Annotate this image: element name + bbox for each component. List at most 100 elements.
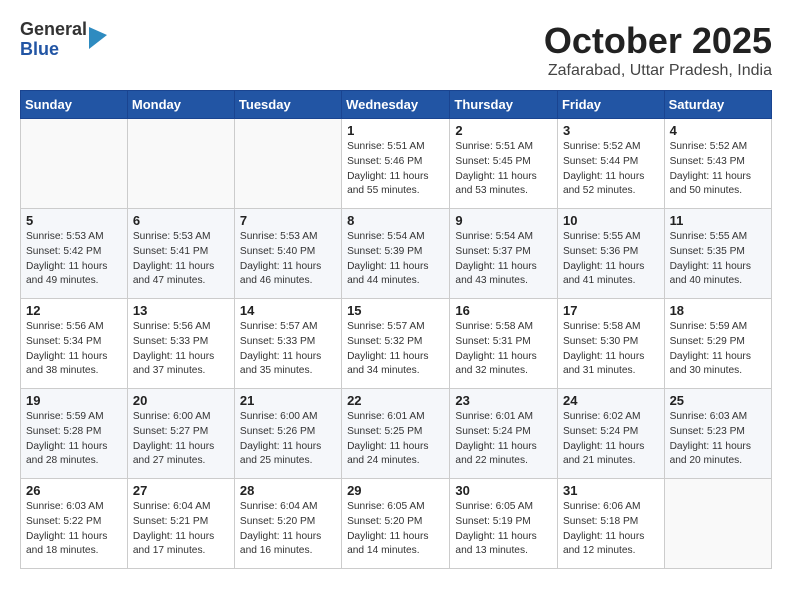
day-detail: Sunrise: 5:53 AM Sunset: 5:41 PM Dayligh… <box>133 230 229 289</box>
calendar-cell: 16 Sunrise: 5:58 AM Sunset: 5:31 PM Dayli… <box>450 299 558 389</box>
calendar-cell: 27 Sunrise: 6:04 AM Sunset: 5:21 PM Dayli… <box>127 479 234 569</box>
day-number: 28 <box>240 483 336 498</box>
day-detail: Sunrise: 6:03 AM Sunset: 5:22 PM Dayligh… <box>26 500 122 559</box>
day-detail: Sunrise: 6:06 AM Sunset: 5:18 PM Dayligh… <box>563 500 659 559</box>
calendar-table: SundayMondayTuesdayWednesdayThursdayFrid… <box>20 90 772 569</box>
calendar-cell: 9Sunrise: 5:54 AM Sunset: 5:37 PM Daylig… <box>450 209 558 299</box>
calendar-cell: 6 Sunrise: 5:53 AM Sunset: 5:41 PM Daylig… <box>127 209 234 299</box>
calendar-cell <box>21 119 128 209</box>
day-number: 12 <box>26 303 122 318</box>
calendar-week-row: 26 Sunrise: 6:03 AM Sunset: 5:22 PM Dayli… <box>21 479 772 569</box>
calendar-cell: 5 Sunrise: 5:53 AM Sunset: 5:42 PM Daylig… <box>21 209 128 299</box>
calendar-cell: 30Sunrise: 6:05 AM Sunset: 5:19 PM Dayli… <box>450 479 558 569</box>
day-detail: Sunrise: 5:54 AM Sunset: 5:39 PM Dayligh… <box>347 230 444 289</box>
calendar-cell: 12 Sunrise: 5:56 AM Sunset: 5:34 PM Dayli… <box>21 299 128 389</box>
day-number: 18 <box>670 303 766 318</box>
calendar-cell: 19 Sunrise: 5:59 AM Sunset: 5:28 PM Dayli… <box>21 389 128 479</box>
day-detail: Sunrise: 5:53 AM Sunset: 5:40 PM Dayligh… <box>240 230 336 289</box>
day-detail: Sunrise: 5:59 AM Sunset: 5:28 PM Dayligh… <box>26 410 122 469</box>
title-area: October 2025 Zafarabad, Uttar Pradesh, I… <box>544 20 772 80</box>
calendar-cell: 2Sunrise: 5:51 AM Sunset: 5:45 PM Daylig… <box>450 119 558 209</box>
calendar-cell: 25 Sunrise: 6:03 AM Sunset: 5:23 PM Dayli… <box>664 389 771 479</box>
day-number: 17 <box>563 303 659 318</box>
day-number: 31 <box>563 483 659 498</box>
day-detail: Sunrise: 6:04 AM Sunset: 5:21 PM Dayligh… <box>133 500 229 559</box>
day-number: 9 <box>455 213 552 228</box>
calendar-cell: 24 Sunrise: 6:02 AM Sunset: 5:24 PM Dayli… <box>557 389 664 479</box>
day-number: 13 <box>133 303 229 318</box>
day-number: 25 <box>670 393 766 408</box>
calendar-cell: 26 Sunrise: 6:03 AM Sunset: 5:22 PM Dayli… <box>21 479 128 569</box>
calendar-cell: 15Sunrise: 5:57 AM Sunset: 5:32 PM Dayli… <box>342 299 450 389</box>
calendar-cell: 7 Sunrise: 5:53 AM Sunset: 5:40 PM Daylig… <box>234 209 341 299</box>
calendar-cell: 13Sunrise: 5:56 AM Sunset: 5:33 PM Dayli… <box>127 299 234 389</box>
day-number: 14 <box>240 303 336 318</box>
calendar-cell: 20 Sunrise: 6:00 AM Sunset: 5:27 PM Dayli… <box>127 389 234 479</box>
day-detail: Sunrise: 5:57 AM Sunset: 5:32 PM Dayligh… <box>347 320 444 379</box>
calendar-cell: 8 Sunrise: 5:54 AM Sunset: 5:39 PM Daylig… <box>342 209 450 299</box>
calendar-week-row: 19 Sunrise: 5:59 AM Sunset: 5:28 PM Dayli… <box>21 389 772 479</box>
calendar-cell: 14Sunrise: 5:57 AM Sunset: 5:33 PM Dayli… <box>234 299 341 389</box>
logo-icon <box>89 27 107 49</box>
logo-general: General <box>20 20 87 40</box>
day-detail: Sunrise: 6:05 AM Sunset: 5:19 PM Dayligh… <box>455 500 552 559</box>
weekday-header: Tuesday <box>234 91 341 119</box>
day-number: 5 <box>26 213 122 228</box>
day-number: 23 <box>455 393 552 408</box>
day-detail: Sunrise: 5:56 AM Sunset: 5:34 PM Dayligh… <box>26 320 122 379</box>
calendar-cell: 31 Sunrise: 6:06 AM Sunset: 5:18 PM Dayli… <box>557 479 664 569</box>
calendar-week-row: 5 Sunrise: 5:53 AM Sunset: 5:42 PM Daylig… <box>21 209 772 299</box>
day-detail: Sunrise: 6:01 AM Sunset: 5:25 PM Dayligh… <box>347 410 444 469</box>
day-detail: Sunrise: 6:00 AM Sunset: 5:26 PM Dayligh… <box>240 410 336 469</box>
weekday-header: Sunday <box>21 91 128 119</box>
month-title: October 2025 <box>544 20 772 62</box>
day-number: 22 <box>347 393 444 408</box>
day-number: 1 <box>347 123 444 138</box>
calendar-cell: 28 Sunrise: 6:04 AM Sunset: 5:20 PM Dayli… <box>234 479 341 569</box>
calendar-cell: 11 Sunrise: 5:55 AM Sunset: 5:35 PM Dayli… <box>664 209 771 299</box>
calendar-week-row: 12 Sunrise: 5:56 AM Sunset: 5:34 PM Dayli… <box>21 299 772 389</box>
calendar-cell: 22 Sunrise: 6:01 AM Sunset: 5:25 PM Dayli… <box>342 389 450 479</box>
day-number: 21 <box>240 393 336 408</box>
day-detail: Sunrise: 5:51 AM Sunset: 5:45 PM Dayligh… <box>455 140 552 199</box>
weekday-header: Friday <box>557 91 664 119</box>
logo: General Blue <box>20 20 107 60</box>
day-number: 11 <box>670 213 766 228</box>
day-detail: Sunrise: 6:02 AM Sunset: 5:24 PM Dayligh… <box>563 410 659 469</box>
calendar-cell <box>664 479 771 569</box>
day-number: 6 <box>133 213 229 228</box>
day-number: 20 <box>133 393 229 408</box>
day-number: 26 <box>26 483 122 498</box>
day-detail: Sunrise: 5:52 AM Sunset: 5:43 PM Dayligh… <box>670 140 766 199</box>
day-number: 24 <box>563 393 659 408</box>
calendar-cell: 18 Sunrise: 5:59 AM Sunset: 5:29 PM Dayli… <box>664 299 771 389</box>
page-header: General Blue October 2025 Zafarabad, Utt… <box>20 20 772 80</box>
weekday-header: Thursday <box>450 91 558 119</box>
calendar-cell: 3Sunrise: 5:52 AM Sunset: 5:44 PM Daylig… <box>557 119 664 209</box>
day-detail: Sunrise: 6:04 AM Sunset: 5:20 PM Dayligh… <box>240 500 336 559</box>
day-number: 19 <box>26 393 122 408</box>
day-detail: Sunrise: 5:58 AM Sunset: 5:31 PM Dayligh… <box>455 320 552 379</box>
calendar-cell: 23Sunrise: 6:01 AM Sunset: 5:24 PM Dayli… <box>450 389 558 479</box>
day-detail: Sunrise: 6:03 AM Sunset: 5:23 PM Dayligh… <box>670 410 766 469</box>
day-number: 8 <box>347 213 444 228</box>
day-detail: Sunrise: 5:53 AM Sunset: 5:42 PM Dayligh… <box>26 230 122 289</box>
day-number: 7 <box>240 213 336 228</box>
weekday-header: Wednesday <box>342 91 450 119</box>
day-number: 16 <box>455 303 552 318</box>
day-detail: Sunrise: 6:00 AM Sunset: 5:27 PM Dayligh… <box>133 410 229 469</box>
weekday-header: Saturday <box>664 91 771 119</box>
day-number: 27 <box>133 483 229 498</box>
calendar-cell: 4Sunrise: 5:52 AM Sunset: 5:43 PM Daylig… <box>664 119 771 209</box>
calendar-cell: 29 Sunrise: 6:05 AM Sunset: 5:20 PM Dayli… <box>342 479 450 569</box>
logo-blue: Blue <box>20 40 87 60</box>
day-detail: Sunrise: 6:05 AM Sunset: 5:20 PM Dayligh… <box>347 500 444 559</box>
calendar-cell <box>127 119 234 209</box>
calendar-cell: 1Sunrise: 5:51 AM Sunset: 5:46 PM Daylig… <box>342 119 450 209</box>
calendar-cell: 17Sunrise: 5:58 AM Sunset: 5:30 PM Dayli… <box>557 299 664 389</box>
day-number: 29 <box>347 483 444 498</box>
day-detail: Sunrise: 5:55 AM Sunset: 5:35 PM Dayligh… <box>670 230 766 289</box>
calendar-cell: 21 Sunrise: 6:00 AM Sunset: 5:26 PM Dayli… <box>234 389 341 479</box>
day-detail: Sunrise: 5:59 AM Sunset: 5:29 PM Dayligh… <box>670 320 766 379</box>
calendar-cell: 10Sunrise: 5:55 AM Sunset: 5:36 PM Dayli… <box>557 209 664 299</box>
